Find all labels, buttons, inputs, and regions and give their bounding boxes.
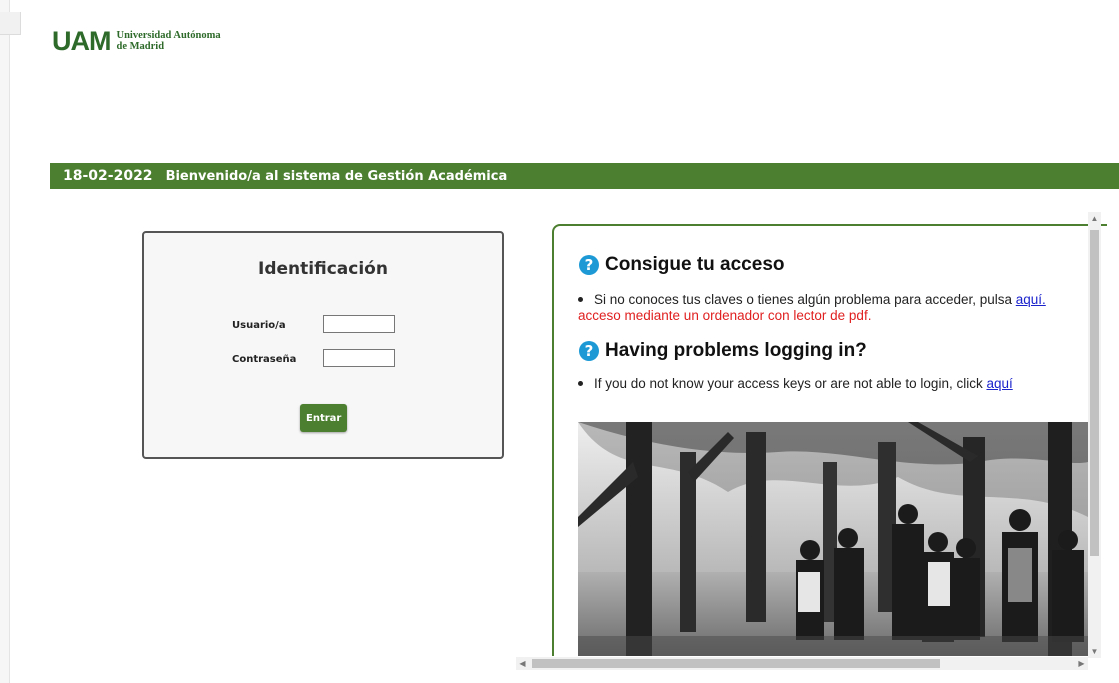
logo-name-line1: Universidad Autónoma — [116, 30, 221, 41]
students-photo-image — [578, 422, 1088, 656]
logo-mark: UAM — [52, 26, 111, 56]
info-panel: ? Consigue tu acceso Si no conoces tus c… — [552, 224, 1107, 656]
vertical-scrollbar[interactable]: ▲ ▼ — [1088, 212, 1101, 658]
problems-help-link[interactable]: aquí — [986, 376, 1012, 391]
access-heading: ? Consigue tu acceso — [579, 254, 785, 276]
scroll-right-icon[interactable]: ▶ — [1075, 657, 1088, 670]
username-label: Usuario/a — [232, 320, 286, 331]
access-heading-text: Consigue tu acceso — [605, 254, 785, 275]
pdf-note: acceso mediante un ordenador con lector … — [578, 308, 872, 323]
bullet-dot — [578, 380, 583, 386]
banner-date: 18-02-2022 — [63, 168, 153, 184]
banner-welcome: Bienvenido/a al sistema de Gestión Acadé… — [165, 168, 508, 184]
help-icon: ? — [579, 341, 599, 361]
bullet-dot — [578, 296, 583, 302]
access-help-link[interactable]: aquí. — [1016, 292, 1046, 307]
submit-button[interactable]: Entrar — [300, 404, 347, 432]
scroll-left-icon[interactable]: ◀ — [516, 657, 529, 670]
access-bullet-text: Si no conoces tus claves o tienes algún … — [594, 292, 1016, 307]
problems-bullet: If you do not know your access keys or a… — [578, 376, 1013, 391]
password-input[interactable] — [323, 349, 395, 367]
problems-bullet-text: If you do not know your access keys or a… — [594, 376, 987, 391]
students-photo — [578, 422, 1088, 656]
uam-logo[interactable]: UAM Universidad Autónoma de Madrid — [52, 28, 221, 55]
vertical-scroll-thumb[interactable] — [1090, 230, 1099, 556]
horizontal-scrollbar[interactable]: ◀ ▶ — [516, 657, 1088, 670]
login-title: Identificación — [258, 259, 388, 279]
login-panel: Identificación Usuario/a Contraseña Entr… — [142, 231, 504, 459]
problems-heading-text: Having problems logging in? — [605, 340, 867, 361]
side-tab[interactable] — [0, 12, 21, 35]
scroll-down-icon[interactable]: ▼ — [1088, 645, 1101, 658]
logo-name-line2: de Madrid — [116, 41, 165, 52]
info-content: ? Consigue tu acceso Si no conoces tus c… — [554, 226, 1089, 656]
logo-text: Universidad Autónoma de Madrid — [117, 30, 221, 55]
horizontal-scroll-thumb[interactable] — [532, 659, 940, 668]
problems-heading: ? Having problems logging in? — [579, 340, 867, 362]
welcome-banner: 18-02-2022 Bienvenido/a al sistema de Ge… — [50, 163, 1119, 189]
password-label: Contraseña — [232, 354, 297, 365]
access-bullet: Si no conoces tus claves o tienes algún … — [578, 292, 1046, 307]
help-icon: ? — [579, 255, 599, 275]
username-input[interactable] — [323, 315, 395, 333]
left-rail — [0, 0, 10, 683]
scroll-up-icon[interactable]: ▲ — [1088, 212, 1101, 225]
